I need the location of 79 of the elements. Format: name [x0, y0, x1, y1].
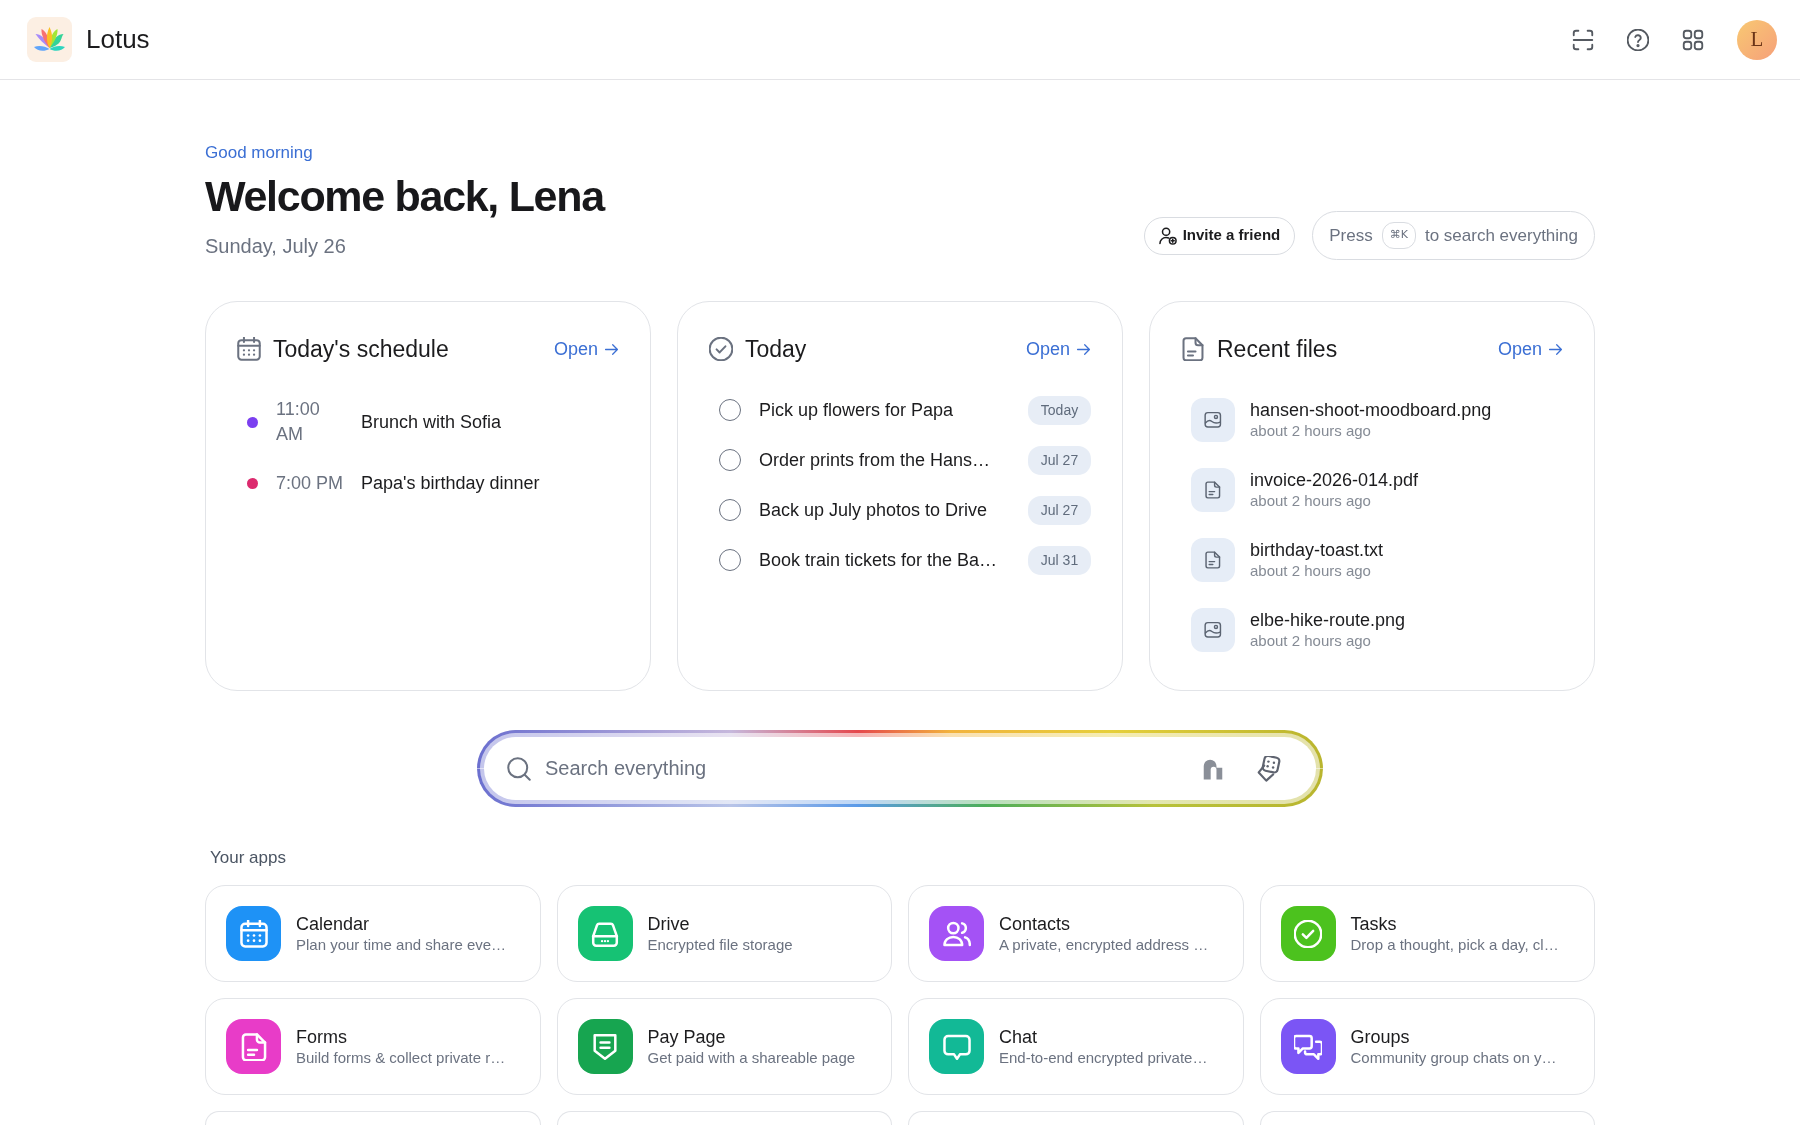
file-time: about 2 hours ago — [1250, 561, 1372, 581]
file-time: about 2 hours ago — [1250, 421, 1372, 441]
file-time: about 2 hours ago — [1250, 631, 1372, 651]
arch-icon[interactable] — [1202, 757, 1224, 780]
app-name: Forms — [296, 1025, 348, 1048]
file-name[interactable]: elbe-hike-route.png — [1250, 609, 1406, 631]
hint-text: to search everything — [1424, 224, 1578, 247]
task-text[interactable]: Pick up flowers for Papa — [759, 397, 1028, 423]
image-file-icon — [1191, 398, 1235, 442]
app-description: A private, encrypted address … — [999, 934, 1209, 955]
calendar-icon — [237, 337, 261, 361]
invite-button[interactable]: Invite a friend — [1143, 216, 1296, 255]
arrow-icon — [604, 341, 619, 357]
app-card[interactable]: Contacts A private, encrypted address … — [908, 885, 1244, 982]
app-description: Get paid with a shareable page — [647, 1047, 856, 1068]
app-card[interactable]: Chat End-to-end encrypted private… — [908, 998, 1244, 1095]
app-card[interactable]: Groups Community group chats on y… — [1259, 998, 1595, 1095]
app-card[interactable]: Forms Build forms & collect private r… — [205, 998, 541, 1095]
event-title[interactable]: Brunch with Sofia — [361, 409, 502, 435]
app-card[interactable]: Tasks Drop a thought, pick a day, cl… — [1259, 885, 1595, 982]
greeting-text: Good morning — [205, 142, 314, 164]
card-title: Today — [745, 335, 807, 364]
app-card[interactable]: Pay Page Get paid with a shareable page — [556, 998, 892, 1095]
due-date-tag: Jul 27 — [1028, 445, 1091, 475]
app-card[interactable]: Calendar Plan your time and share eve… — [205, 885, 541, 982]
user-avatar[interactable]: L — [1737, 19, 1777, 60]
due-date-tag: Jul 27 — [1028, 495, 1091, 525]
app-description: Build forms & collect private r… — [296, 1047, 506, 1068]
event-time: 11:00 AM — [276, 398, 321, 446]
card-title: Today's schedule — [273, 335, 449, 364]
app-name: Groups — [1350, 1025, 1411, 1048]
open-link[interactable]: Open — [553, 335, 619, 363]
document-icon — [1181, 337, 1205, 361]
scan-icon[interactable] — [1572, 28, 1594, 51]
app-name: Pay Page — [647, 1025, 727, 1048]
person-add-icon — [1158, 226, 1177, 245]
app-name: Tasks — [1350, 912, 1398, 935]
file-time: about 2 hours ago — [1250, 491, 1372, 511]
document-file-icon — [1191, 538, 1235, 582]
due-date-tag: Today — [1028, 395, 1091, 425]
app-name: Contacts — [999, 912, 1072, 935]
grid-icon[interactable] — [1682, 28, 1704, 51]
file-name[interactable]: invoice-2026-014.pdf — [1250, 469, 1419, 491]
document-file-icon — [1191, 468, 1235, 512]
card-title: Recent files — [1217, 335, 1338, 364]
app-name: Drive — [647, 912, 691, 935]
app-description: End-to-end encrypted private… — [999, 1047, 1208, 1068]
dice-icon[interactable] — [1256, 755, 1282, 782]
open-link[interactable]: Open — [1025, 335, 1091, 363]
search-field[interactable]: Search everything — [484, 737, 1316, 800]
due-date-tag: Jul 31 — [1028, 545, 1091, 575]
app-name: Chat — [999, 1025, 1039, 1048]
task-text[interactable]: Order prints from the Hans… — [759, 447, 1028, 473]
app-description: Plan your time and share eve… — [296, 934, 507, 955]
shortcut-key: ⌘K — [1381, 222, 1416, 249]
app-description: Community group chats on y… — [1350, 1047, 1557, 1068]
event-time: 7:00 PM — [276, 472, 345, 495]
search-icon — [507, 756, 531, 781]
app-card[interactable]: Drive Encrypted file storage — [556, 885, 892, 982]
page-heading: Welcome back, Lena — [205, 171, 604, 222]
open-link[interactable]: Open — [1497, 335, 1563, 363]
task-text[interactable]: Back up July photos to Drive — [759, 497, 1028, 523]
file-name[interactable]: birthday-toast.txt — [1250, 539, 1384, 561]
arrow-icon — [1548, 341, 1563, 357]
flower-logo-icon — [27, 17, 72, 62]
section-title: Your apps — [210, 847, 287, 869]
help-icon[interactable] — [1627, 28, 1649, 51]
date-text: Sunday, July 26 — [205, 234, 347, 259]
search-input[interactable]: Search everything — [543, 750, 1186, 787]
event-title[interactable]: Papa's birthday dinner — [361, 471, 540, 496]
arrow-icon — [1076, 341, 1091, 357]
app-description: Drop a thought, pick a day, cl… — [1350, 934, 1559, 955]
image-file-icon — [1191, 608, 1235, 652]
file-name[interactable]: hansen-shoot-moodboard.png — [1250, 399, 1492, 421]
app-description: Encrypted file storage — [647, 934, 793, 955]
brand-name: Lotus — [86, 23, 150, 56]
hint-text: Press — [1329, 224, 1373, 247]
task-text[interactable]: Book train tickets for the Ba… — [759, 547, 1028, 573]
app-name: Calendar — [296, 912, 371, 935]
